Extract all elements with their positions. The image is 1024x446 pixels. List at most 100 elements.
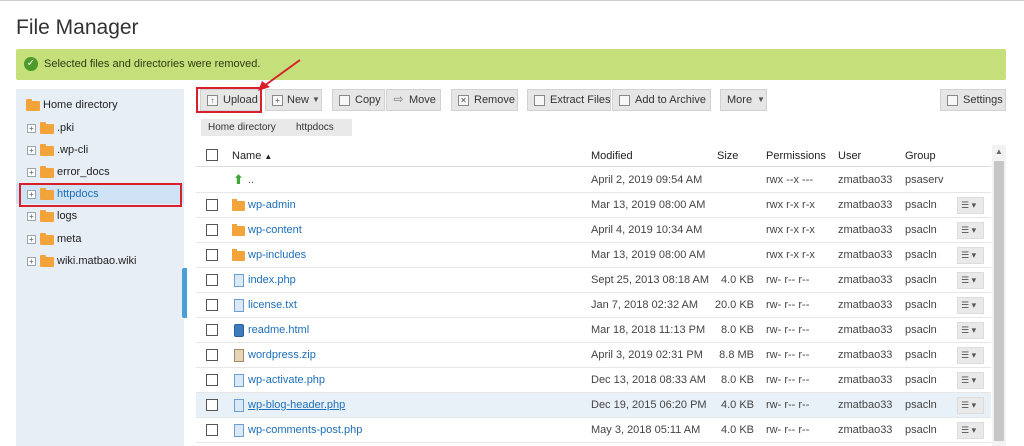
user: zmatbao33 bbox=[838, 224, 893, 236]
column-size[interactable]: Size bbox=[717, 150, 738, 162]
expand-icon[interactable]: + bbox=[27, 257, 36, 266]
row-menu-button[interactable]: ☰ ▾ bbox=[957, 272, 984, 289]
row-menu-button[interactable]: ☰ ▾ bbox=[957, 347, 984, 364]
tree-item-label: .pki bbox=[57, 122, 75, 134]
row-checkbox[interactable] bbox=[206, 299, 218, 311]
row-menu-button[interactable]: ☰ ▾ bbox=[957, 322, 984, 339]
folder-icon bbox=[40, 144, 54, 156]
row-menu-button[interactable]: ☰ ▾ bbox=[957, 397, 984, 414]
table-row[interactable]: ⬆ .. April 2, 2019 09:54 AM rwx --x --- … bbox=[196, 168, 991, 193]
vertical-scrollbar[interactable]: ▲ bbox=[992, 145, 1006, 446]
row-menu-button[interactable]: ☰ ▾ bbox=[957, 197, 984, 214]
permissions: rwx r-x r-x bbox=[766, 249, 815, 261]
column-name[interactable]: Name ▲ bbox=[232, 150, 272, 162]
table-row[interactable]: license.txt Jan 7, 2018 02:32 AM 20.0 KB… bbox=[196, 293, 991, 318]
row-menu-button[interactable]: ☰ ▾ bbox=[957, 422, 984, 439]
remove-button[interactable]: ✕ Remove bbox=[451, 89, 518, 111]
row-checkbox[interactable] bbox=[206, 274, 218, 286]
expand-icon[interactable]: + bbox=[27, 124, 36, 133]
tree-item-home[interactable]: Home directory bbox=[16, 95, 184, 115]
tree-item-error-docs[interactable]: + error_docs bbox=[16, 162, 184, 182]
row-checkbox[interactable] bbox=[206, 249, 218, 261]
file-size: 4.0 KB bbox=[720, 424, 754, 436]
file-name[interactable]: index.php bbox=[248, 274, 296, 286]
row-checkbox[interactable] bbox=[206, 199, 218, 211]
expand-icon[interactable]: + bbox=[27, 212, 36, 221]
row-menu-button[interactable]: ☰ ▾ bbox=[957, 247, 984, 264]
row-checkbox[interactable] bbox=[206, 424, 218, 436]
folder-icon bbox=[40, 166, 54, 178]
user: zmatbao33 bbox=[838, 324, 893, 336]
expand-icon[interactable]: + bbox=[27, 146, 36, 155]
tree-item-logs[interactable]: + logs bbox=[16, 206, 184, 226]
extract-files-button[interactable]: Extract Files bbox=[527, 89, 611, 111]
row-checkbox[interactable] bbox=[206, 324, 218, 336]
breadcrumb-httpdocs[interactable]: httpdocs bbox=[289, 119, 352, 136]
breadcrumb-home[interactable]: Home directory bbox=[201, 119, 289, 136]
table-row[interactable]: wp-comments-post.php May 3, 2018 05:11 A… bbox=[196, 418, 991, 443]
row-menu-button[interactable]: ☰ ▾ bbox=[957, 222, 984, 239]
tree-item-label: meta bbox=[57, 233, 82, 245]
column-permissions[interactable]: Permissions bbox=[766, 150, 826, 162]
modified-date: Mar 13, 2019 08:00 AM bbox=[591, 199, 706, 211]
column-user[interactable]: User bbox=[838, 150, 861, 162]
file-name[interactable]: wp-content bbox=[248, 224, 302, 236]
tree-item-wp-cli[interactable]: + .wp-cli bbox=[16, 140, 184, 160]
table-row[interactable]: wordpress.zip April 3, 2019 02:31 PM 8.8… bbox=[196, 343, 991, 368]
tree-item-label: wiki.matbao.wiki bbox=[57, 255, 137, 267]
file-name[interactable]: wp-comments-post.php bbox=[248, 424, 362, 436]
settings-button[interactable]: Settings bbox=[940, 89, 1006, 111]
table-row[interactable]: wp-blog-header.php Dec 19, 2015 06:20 PM… bbox=[196, 393, 991, 418]
file-name[interactable]: license.txt bbox=[248, 299, 297, 311]
file-name[interactable]: wordpress.zip bbox=[248, 349, 316, 361]
user: zmatbao33 bbox=[838, 199, 893, 211]
select-all-checkbox[interactable] bbox=[206, 149, 218, 161]
file-name[interactable]: .. bbox=[248, 174, 254, 186]
row-checkbox[interactable] bbox=[206, 224, 218, 236]
scroll-up-icon[interactable]: ▲ bbox=[992, 145, 1006, 159]
tree-item-pki[interactable]: + .pki bbox=[16, 118, 184, 138]
row-menu-button[interactable]: ☰ ▾ bbox=[957, 297, 984, 314]
row-checkbox[interactable] bbox=[206, 349, 218, 361]
move-button[interactable]: ⇨ Move bbox=[386, 89, 441, 111]
more-button[interactable]: More ▼ bbox=[720, 89, 767, 111]
folder-icon bbox=[26, 99, 40, 111]
file-name[interactable]: wp-blog-header.php bbox=[248, 399, 345, 411]
file-name[interactable]: wp-admin bbox=[248, 199, 296, 211]
user: zmatbao33 bbox=[838, 299, 893, 311]
file-name[interactable]: readme.html bbox=[248, 324, 309, 336]
column-group[interactable]: Group bbox=[905, 150, 936, 162]
folder-icon bbox=[232, 199, 245, 211]
modified-date: Jan 7, 2018 02:32 AM bbox=[591, 299, 699, 311]
table-row[interactable]: readme.html Mar 18, 2018 11:13 PM 8.0 KB… bbox=[196, 318, 991, 343]
row-checkbox[interactable] bbox=[206, 374, 218, 386]
tree-item-wiki[interactable]: + wiki.matbao.wiki bbox=[16, 251, 184, 271]
table-row[interactable]: wp-includes Mar 13, 2019 08:00 AM rwx r-… bbox=[196, 243, 991, 268]
group: psacln bbox=[905, 424, 937, 436]
table-row[interactable]: wp-content April 4, 2019 10:34 AM rwx r-… bbox=[196, 218, 991, 243]
row-menu-button[interactable]: ☰ ▾ bbox=[957, 372, 984, 389]
check-icon: ✓ bbox=[24, 57, 38, 71]
toolbar: ↑ Upload + New ▼ Copy ⇨ Move ✕ Remove Ex… bbox=[196, 89, 1006, 111]
tree-item-meta[interactable]: + meta bbox=[16, 229, 184, 249]
table-header: Name ▲ Modified Size Permissions User Gro… bbox=[196, 145, 991, 167]
chevron-down-icon: ▼ bbox=[312, 95, 320, 104]
table-row[interactable]: wp-admin Mar 13, 2019 08:00 AM rwx r-x r… bbox=[196, 193, 991, 218]
sort-asc-icon: ▲ bbox=[264, 152, 273, 161]
php-file-icon bbox=[234, 424, 244, 437]
column-modified[interactable]: Modified bbox=[591, 150, 633, 162]
expand-icon[interactable]: + bbox=[27, 168, 36, 177]
file-name[interactable]: wp-activate.php bbox=[248, 374, 325, 386]
expand-icon[interactable]: + bbox=[27, 235, 36, 244]
file-size: 8.0 KB bbox=[720, 324, 754, 336]
file-name[interactable]: wp-includes bbox=[248, 249, 306, 261]
table-row[interactable]: wp-activate.php Dec 13, 2018 08:33 AM 8.… bbox=[196, 368, 991, 393]
table-row[interactable]: index.php Sept 25, 2013 08:18 AM 4.0 KB … bbox=[196, 268, 991, 293]
sidebar-resize-handle[interactable] bbox=[182, 268, 187, 318]
user: zmatbao33 bbox=[838, 399, 893, 411]
directory-tree: Home directory + .pki + .wp-cli + error_… bbox=[16, 89, 184, 446]
row-checkbox[interactable] bbox=[206, 399, 218, 411]
copy-button[interactable]: Copy bbox=[332, 89, 385, 111]
add-to-archive-button[interactable]: Add to Archive bbox=[612, 89, 711, 111]
scrollbar-thumb[interactable] bbox=[994, 161, 1004, 441]
